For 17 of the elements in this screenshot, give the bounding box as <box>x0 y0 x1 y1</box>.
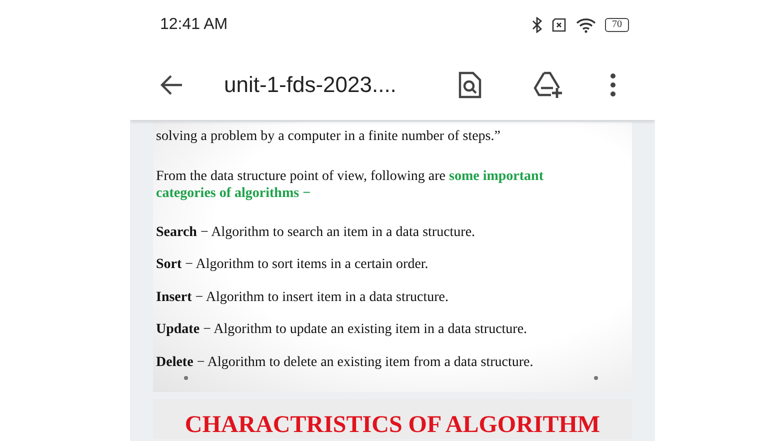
bullet-dot-icon <box>184 376 188 380</box>
category-item: Update − Algorithm to update an existing item in a data structure. <box>156 321 528 339</box>
no-sim-icon <box>551 18 567 32</box>
battery-indicator: 70 <box>605 18 629 32</box>
slide-heading: CHARACTRISTICS OF ALGORITHM <box>184 411 600 439</box>
category-item: Search − Algorithm to search an item in a data structure. <box>156 224 476 242</box>
bluetooth-icon <box>532 17 542 33</box>
body-text: solving a problem by a computer in a finite number of steps.” <box>156 128 502 146</box>
status-time: 12:41 AM <box>160 16 228 34</box>
category-item: Insert − Algorithm to insert item in a data structure. <box>156 288 450 306</box>
category-item: Delete − Algorithm to delete an existing item from a data structure. <box>156 354 534 372</box>
more-vertical-icon[interactable] <box>610 73 616 97</box>
body-text: From the data structure point of view, following are some important categories of algorithms − <box>156 168 545 202</box>
wifi-icon <box>576 18 596 32</box>
category-item: Sort − Algorithm to sort items in a certain order. <box>156 256 430 274</box>
bullet-dot-icon <box>594 376 598 380</box>
document-title: unit-1-fds-2023.... <box>224 72 398 98</box>
